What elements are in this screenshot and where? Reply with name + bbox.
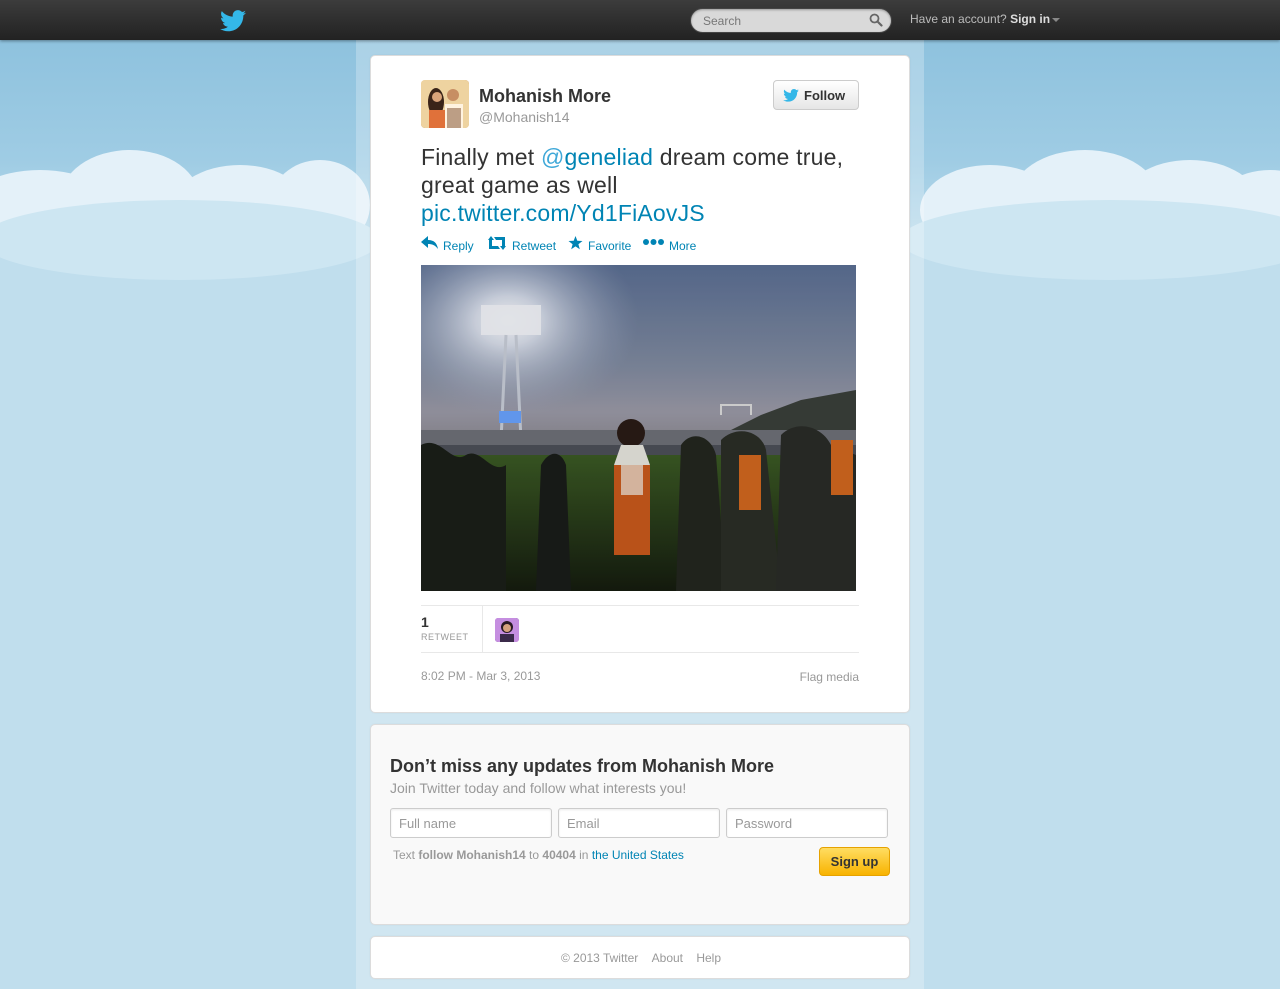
tweet-text-before: Finally met bbox=[421, 144, 541, 170]
more-action[interactable]: More bbox=[643, 236, 699, 254]
copyright: © 2013 Twitter bbox=[560, 951, 639, 965]
retweet-icon bbox=[488, 236, 506, 250]
signup-title: Don’t miss any updates from Mohanish Mor… bbox=[390, 756, 775, 776]
country-link[interactable]: the United States bbox=[592, 848, 684, 862]
about-link[interactable]: About bbox=[652, 951, 683, 965]
help-link[interactable]: Help bbox=[696, 951, 721, 965]
tweet-stats: 1 RETWEET bbox=[421, 605, 859, 653]
signup-card: Don’t miss any updates from Mohanish Mor… bbox=[370, 724, 910, 925]
mention-link[interactable]: @geneliad bbox=[541, 144, 653, 170]
media-link[interactable]: pic.twitter.com/Yd1FiAovJS bbox=[421, 200, 705, 226]
search-input[interactable] bbox=[703, 12, 863, 30]
retweet-count[interactable]: 1 bbox=[421, 614, 429, 630]
more-dots-icon bbox=[643, 239, 664, 245]
footer-card: © 2013 Twitter About Help bbox=[370, 936, 910, 979]
password-field[interactable] bbox=[726, 808, 888, 838]
avatar[interactable] bbox=[421, 80, 469, 128]
caret-down-icon[interactable] bbox=[1052, 17, 1061, 22]
tweet-author-handle[interactable]: @Mohanish14 bbox=[479, 109, 570, 125]
follow-button[interactable]: Follow bbox=[773, 80, 859, 110]
sms-follow-hint: Text follow Mohanish14 to 40404 in the U… bbox=[393, 848, 684, 862]
twitter-bird-icon bbox=[783, 89, 799, 102]
tweet-author-name[interactable]: Mohanish More bbox=[479, 86, 611, 107]
signup-button[interactable]: Sign up bbox=[819, 847, 890, 876]
star-icon bbox=[568, 236, 583, 250]
tweet-photo[interactable] bbox=[421, 265, 856, 591]
tweet-timestamp[interactable]: 8:02 PM - Mar 3, 2013 bbox=[421, 669, 540, 683]
top-bar: Have an account? Sign in bbox=[0, 0, 1280, 40]
favorite-action[interactable]: Favorite bbox=[568, 236, 634, 254]
footer: © 2013 Twitter About Help bbox=[371, 951, 911, 965]
reply-action[interactable]: Reply bbox=[421, 236, 477, 254]
reply-icon bbox=[421, 236, 438, 249]
signin-link[interactable]: Sign in bbox=[1010, 12, 1050, 26]
follow-button-label: Follow bbox=[804, 88, 846, 103]
email-field[interactable] bbox=[558, 808, 720, 838]
twitter-bird-icon[interactable] bbox=[220, 10, 246, 32]
search-box[interactable] bbox=[690, 8, 892, 33]
account-prompt: Have an account? bbox=[910, 12, 1007, 26]
flag-media-link[interactable]: Flag media bbox=[800, 670, 859, 684]
signup-subtitle: Join Twitter today and follow what inter… bbox=[390, 780, 687, 796]
stats-divider bbox=[482, 606, 483, 652]
fullname-field[interactable] bbox=[390, 808, 552, 838]
retweet-count-label: RETWEET bbox=[421, 632, 469, 642]
tweet-card: Mohanish More @Mohanish14 Follow Finally… bbox=[370, 55, 910, 713]
tweet-text: Finally met @geneliad dream come true, g… bbox=[421, 143, 861, 227]
retweet-action[interactable]: Retweet bbox=[487, 236, 559, 254]
search-icon[interactable] bbox=[869, 13, 883, 27]
retweeter-avatar[interactable] bbox=[495, 618, 519, 642]
account-menu[interactable]: Have an account? Sign in bbox=[910, 12, 1061, 26]
